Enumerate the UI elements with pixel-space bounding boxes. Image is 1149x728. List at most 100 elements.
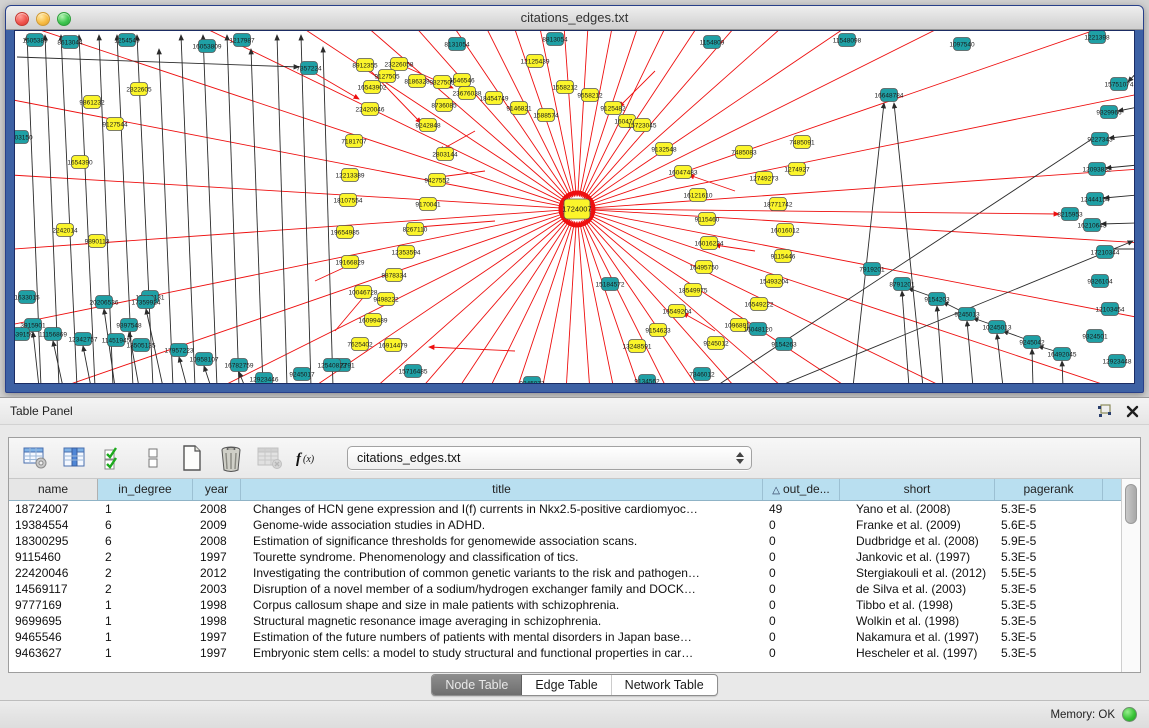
table-cell[interactable]: 9465546 bbox=[9, 629, 98, 645]
network-node[interactable]: 7485083 bbox=[731, 146, 757, 159]
network-node[interactable]: 16549222 bbox=[745, 298, 774, 311]
network-node[interactable]: 9329966 bbox=[1096, 106, 1122, 119]
table-row[interactable]: 1872400712008Changes of HCN gene express… bbox=[9, 501, 1122, 517]
table-scrollbar[interactable] bbox=[1121, 479, 1140, 672]
network-node[interactable]: 15716485 bbox=[399, 365, 428, 378]
table-cell[interactable]: 2009 bbox=[193, 517, 241, 533]
table-cell[interactable]: 1997 bbox=[193, 549, 241, 565]
network-node[interactable]: 9115446 bbox=[771, 250, 796, 263]
table-cell[interactable]: Structural magnetic resonance image aver… bbox=[241, 613, 763, 629]
table-cell[interactable]: 0 bbox=[763, 597, 840, 613]
column-visibility-button[interactable] bbox=[60, 443, 90, 473]
network-node[interactable]: 8267110 bbox=[403, 223, 428, 236]
table-cell[interactable]: 2008 bbox=[193, 501, 241, 517]
table-cell[interactable]: 1 bbox=[98, 613, 193, 629]
network-node[interactable]: 11156869 bbox=[39, 328, 67, 341]
network-node[interactable]: 9134562 bbox=[634, 375, 660, 385]
network-node[interactable]: 15751074 bbox=[1105, 78, 1134, 91]
table-cell[interactable]: Nakamura et al. (1997) bbox=[840, 629, 995, 645]
table-cell[interactable]: Investigating the contribution of common… bbox=[241, 565, 763, 581]
network-node[interactable]: 15493204 bbox=[760, 275, 789, 288]
table-cell[interactable]: 5.3E-5 bbox=[995, 581, 1103, 597]
network-node[interactable]: 8878334 bbox=[381, 269, 407, 282]
network-node[interactable]: 12093832 bbox=[1083, 163, 1112, 176]
network-node[interactable]: 2322605 bbox=[126, 83, 152, 96]
table-cell[interactable]: Corpus callosum shape and size in male p… bbox=[241, 597, 763, 613]
table-cell[interactable]: 1997 bbox=[193, 629, 241, 645]
table-cell[interactable]: 2 bbox=[98, 565, 193, 581]
network-node[interactable]: 17957223 bbox=[165, 344, 194, 357]
close-window-button[interactable] bbox=[15, 12, 29, 26]
table-cell[interactable]: Hescheler et al. (1997) bbox=[840, 645, 995, 661]
table-cell[interactable]: 5.3E-5 bbox=[995, 597, 1103, 613]
network-node[interactable]: 20206536 bbox=[90, 296, 119, 309]
network-node[interactable]: 16016224 bbox=[695, 237, 724, 250]
table-cell[interactable]: 5.6E-5 bbox=[995, 517, 1103, 533]
delete-column-button[interactable] bbox=[216, 443, 246, 473]
network-node[interactable]: 1254549 bbox=[114, 34, 140, 47]
create-column-button[interactable] bbox=[177, 443, 207, 473]
network-node[interactable]: 16495750 bbox=[690, 261, 719, 274]
table-cell[interactable]: 5.9E-5 bbox=[995, 533, 1103, 549]
float-panel-button[interactable] bbox=[1097, 404, 1112, 418]
table-cell[interactable]: Yano et al. (2008) bbox=[840, 501, 995, 517]
table-row[interactable]: 1456911722003Disruption of a novel membe… bbox=[9, 581, 1122, 597]
network-node[interactable]: 9397548 bbox=[116, 319, 142, 332]
table-cell[interactable]: 22420046 bbox=[9, 565, 98, 581]
network-node[interactable]: 1097540 bbox=[949, 38, 975, 51]
network-node[interactable]: 12923446 bbox=[250, 373, 279, 385]
network-node[interactable]: 9227343 bbox=[1087, 133, 1113, 146]
table-cell[interactable]: Embryonic stem cells: a model to study s… bbox=[241, 645, 763, 661]
zoom-window-button[interactable] bbox=[57, 12, 71, 26]
table-cell[interactable]: Wolkin et al. (1998) bbox=[840, 613, 995, 629]
table-row[interactable]: 911546021997Tourette syndrome. Phenomeno… bbox=[9, 549, 1122, 565]
network-node[interactable]: 12213389 bbox=[336, 169, 365, 182]
network-node[interactable]: 9245073 bbox=[519, 377, 545, 385]
network-node[interactable]: 8131054 bbox=[444, 38, 470, 51]
table-cell[interactable]: 5.3E-5 bbox=[995, 629, 1103, 645]
column-header-year[interactable]: year bbox=[193, 479, 241, 500]
network-node[interactable]: 16053809 bbox=[193, 40, 222, 53]
network-node[interactable]: 16648784 bbox=[875, 89, 904, 102]
network-node[interactable]: 7181707 bbox=[341, 135, 367, 148]
table-cell[interactable]: 0 bbox=[763, 565, 840, 581]
table-cell[interactable]: 2012 bbox=[193, 565, 241, 581]
column-header-pagerank[interactable]: pagerank bbox=[995, 479, 1103, 500]
network-node[interactable]: 16210643 bbox=[1078, 219, 1107, 232]
network-node[interactable]: 12923448 bbox=[1103, 355, 1132, 368]
table-cell[interactable]: 5.3E-5 bbox=[995, 613, 1103, 629]
table-cell[interactable]: 0 bbox=[763, 533, 840, 549]
select-all-button[interactable] bbox=[99, 443, 129, 473]
network-node[interactable]: 9427552 bbox=[424, 174, 450, 187]
network-canvas[interactable]: 1605389861304412545491605380912179877357… bbox=[15, 31, 1134, 384]
table-row[interactable]: 1830029562008Estimation of significance … bbox=[9, 533, 1122, 549]
table-cell[interactable]: 6 bbox=[98, 533, 193, 549]
table-cell[interactable]: 49 bbox=[763, 501, 840, 517]
table-cell[interactable]: 2003 bbox=[193, 581, 241, 597]
tab-node-table[interactable]: Node Table bbox=[432, 675, 522, 695]
network-node[interactable]: 19654985 bbox=[331, 226, 360, 239]
table-mode-button[interactable] bbox=[21, 443, 51, 473]
network-node[interactable]: 7346012 bbox=[689, 368, 715, 381]
table-cell[interactable]: Stergiakouli et al. (2012) bbox=[840, 565, 995, 581]
table-cell[interactable]: 9777169 bbox=[9, 597, 98, 613]
close-panel-button[interactable] bbox=[1126, 405, 1139, 418]
table-cell[interactable]: 5.5E-5 bbox=[995, 565, 1103, 581]
table-cell[interactable]: 0 bbox=[763, 629, 840, 645]
network-node[interactable]: 18771742 bbox=[764, 198, 793, 211]
network-node[interactable]: 9890113 bbox=[85, 235, 110, 248]
column-header-short[interactable]: short bbox=[840, 479, 995, 500]
table-cell[interactable]: 18724007 bbox=[9, 501, 98, 517]
network-node[interactable]: 1605389 bbox=[22, 34, 48, 47]
table-cell[interactable]: 0 bbox=[763, 581, 840, 597]
table-cell[interactable]: Genome-wide association studies in ADHD. bbox=[241, 517, 763, 533]
table-cell[interactable]: 2008 bbox=[193, 533, 241, 549]
network-node[interactable]: 1274927 bbox=[784, 163, 810, 176]
table-cell[interactable]: Changes of HCN gene expression and I(f) … bbox=[241, 501, 763, 517]
table-cell[interactable]: 5.3E-5 bbox=[995, 501, 1103, 517]
tab-edge-table[interactable]: Edge Table bbox=[522, 675, 611, 695]
network-node[interactable]: 1217987 bbox=[229, 34, 255, 47]
table-cell[interactable]: 5.3E-5 bbox=[995, 549, 1103, 565]
network-node[interactable]: 12353594 bbox=[392, 246, 421, 259]
network-node[interactable]: 9127544 bbox=[102, 118, 128, 131]
